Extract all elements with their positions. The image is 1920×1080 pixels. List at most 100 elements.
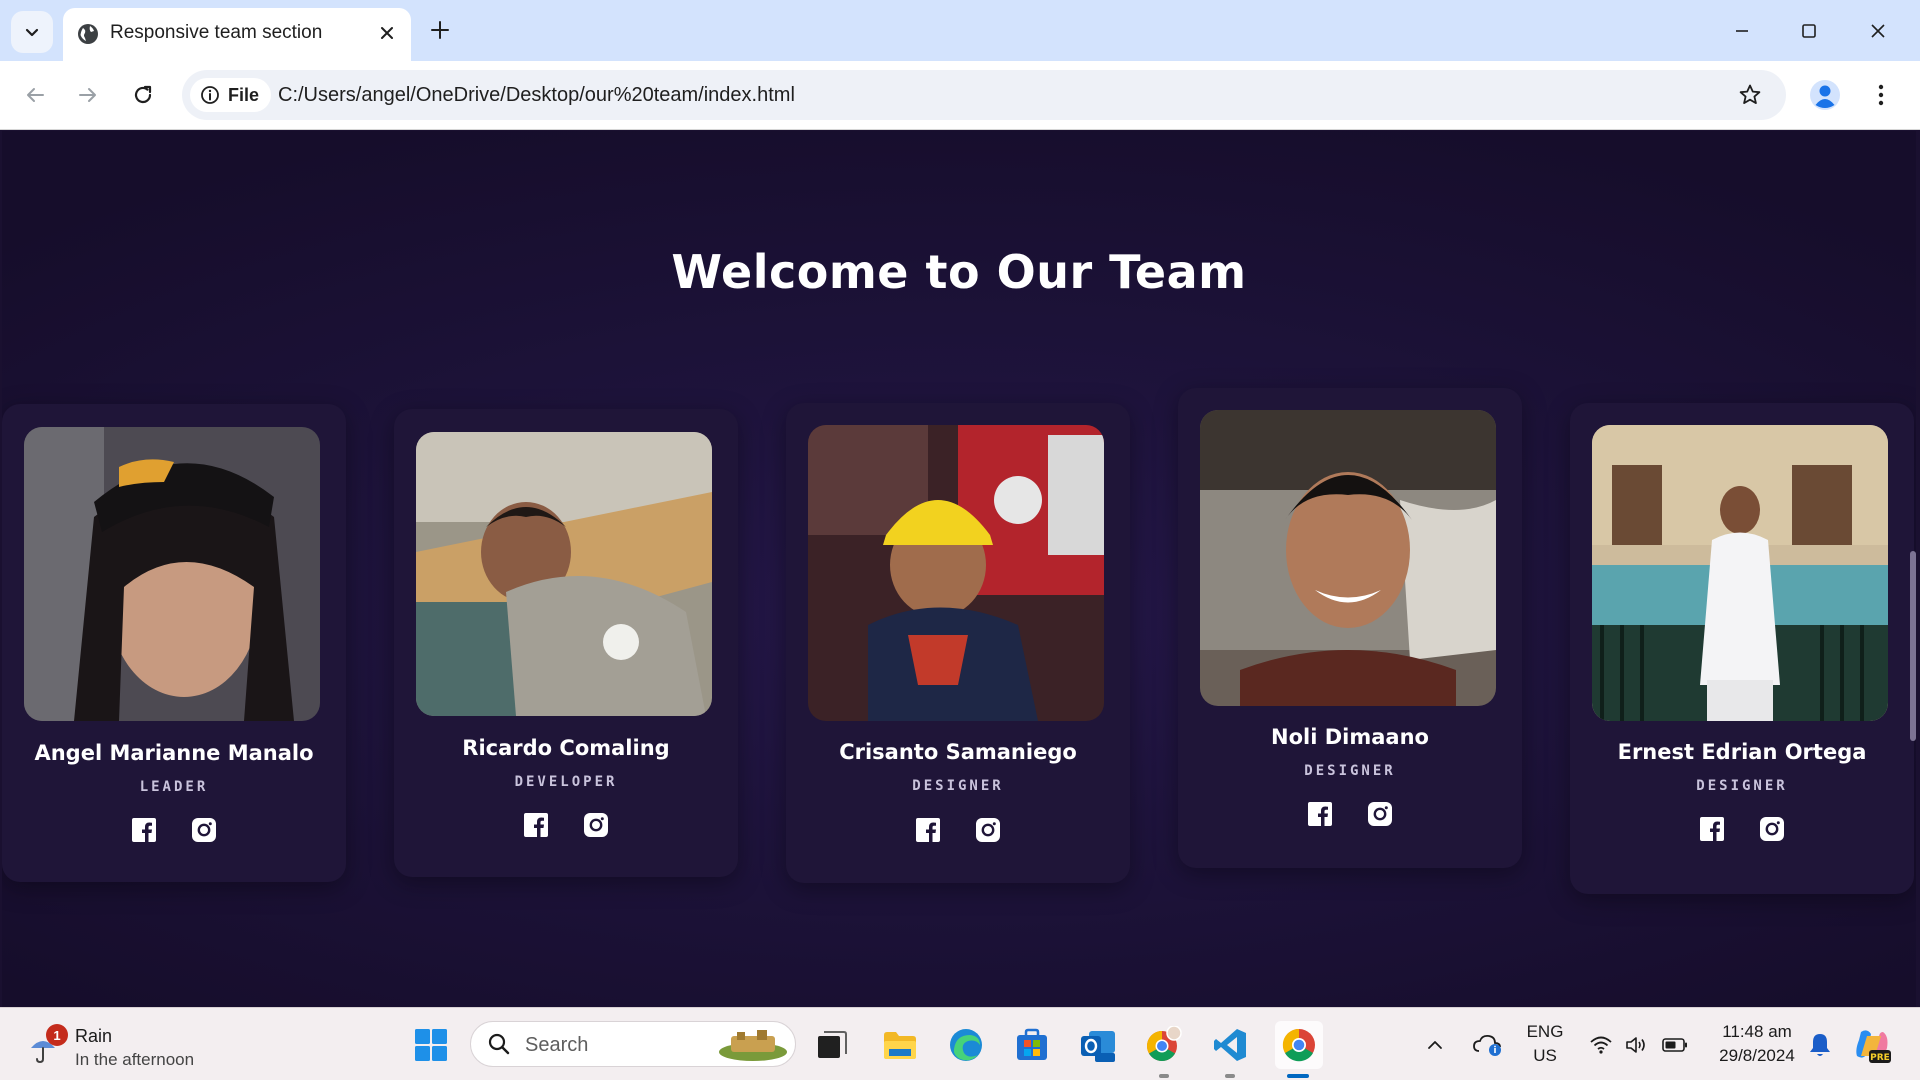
social-links: [1178, 802, 1522, 826]
info-icon: [201, 86, 219, 104]
facebook-link[interactable]: [524, 813, 548, 837]
active-indicator: [1287, 1074, 1309, 1078]
chrome-profile-button[interactable]: [1143, 1024, 1185, 1066]
avatar-icon: [1810, 80, 1840, 110]
plus-icon: [431, 21, 449, 39]
language-indicator[interactable]: ENG: [1522, 1022, 1568, 1042]
svg-text:PRE: PRE: [1870, 1053, 1890, 1063]
member-photo: [1592, 425, 1888, 721]
instagram-icon: [192, 818, 216, 842]
address-bar[interactable]: File C:/Users/angel/OneDrive/Desktop/our…: [182, 70, 1786, 120]
member-name: Angel Marianne Manalo: [34, 741, 314, 765]
page-scrollbar[interactable]: [1910, 551, 1916, 741]
team-card: Noli Dimaano DESIGNER: [1178, 388, 1522, 868]
copilot-icon: PRE: [1856, 1030, 1891, 1063]
facebook-icon: [524, 813, 548, 837]
task-view-button[interactable]: [811, 1024, 853, 1066]
facebook-link[interactable]: [1308, 802, 1332, 826]
onedrive-status-button[interactable]: [1470, 1024, 1506, 1066]
running-indicator: [1159, 1074, 1169, 1078]
file-explorer-button[interactable]: [879, 1024, 921, 1066]
site-info-chip[interactable]: File: [190, 78, 272, 112]
maximize-icon: [1802, 24, 1816, 38]
weather-subtitle: In the afternoon: [75, 1050, 195, 1069]
profile-button[interactable]: [1805, 75, 1845, 115]
chrome-active-button[interactable]: [1275, 1021, 1323, 1069]
instagram-link[interactable]: [192, 818, 216, 842]
volume-button[interactable]: [1622, 1024, 1652, 1066]
forward-button[interactable]: [67, 74, 109, 116]
store-icon: [1017, 1028, 1047, 1060]
taskbar-search[interactable]: Search: [470, 1021, 796, 1067]
social-links: [786, 818, 1130, 842]
team-card: Angel Marianne Manalo LEADER: [2, 404, 346, 882]
weather-widget[interactable]: 1 Rain In the afternoon: [24, 1020, 234, 1070]
more-vert-icon: [1878, 84, 1884, 106]
microsoft-store-button[interactable]: [1011, 1024, 1053, 1066]
page-viewport: Welcome to Our Team Angel Marianne Manal…: [2, 131, 1916, 1007]
browser-menu-button[interactable]: [1861, 75, 1901, 115]
taskbar: 1 Rain In the afternoon Search ENG US 11…: [0, 1007, 1920, 1080]
clock-date[interactable]: 29/8/2024: [1702, 1046, 1812, 1066]
star-icon: [1739, 84, 1761, 104]
window-close-button[interactable]: [1850, 6, 1906, 56]
arrow-left-icon: [27, 88, 44, 102]
arrow-right-icon: [79, 88, 96, 102]
active-tab[interactable]: Responsive team section: [63, 8, 411, 61]
member-photo: [1200, 410, 1496, 706]
battery-button[interactable]: [1658, 1024, 1692, 1066]
tab-search-button[interactable]: [11, 11, 53, 53]
facebook-link[interactable]: [916, 818, 940, 842]
battery-icon: [1662, 1038, 1687, 1052]
edge-button[interactable]: [945, 1024, 987, 1066]
region-indicator[interactable]: US: [1522, 1046, 1568, 1066]
instagram-icon: [1368, 802, 1392, 826]
facebook-link[interactable]: [132, 818, 156, 842]
outlook-button[interactable]: [1077, 1024, 1119, 1066]
reload-button[interactable]: [122, 74, 164, 116]
minimize-button[interactable]: [1714, 6, 1770, 56]
instagram-icon: [584, 813, 608, 837]
facebook-link[interactable]: [1700, 817, 1724, 841]
chevron-up-icon: [1428, 1041, 1442, 1049]
vscode-button[interactable]: [1209, 1024, 1251, 1066]
bell-icon: [1810, 1034, 1830, 1056]
start-button[interactable]: [410, 1024, 452, 1066]
search-icon: [488, 1033, 510, 1055]
windows-icon: [415, 1029, 447, 1061]
close-icon: [1871, 24, 1885, 38]
instagram-icon: [1760, 817, 1784, 841]
url-text[interactable]: C:/Users/angel/OneDrive/Desktop/our%20te…: [278, 83, 795, 107]
instagram-link[interactable]: [1368, 802, 1392, 826]
site-info-label: File: [228, 84, 260, 105]
notifications-button[interactable]: [1808, 1032, 1834, 1060]
cloud-info-icon: [1473, 1034, 1501, 1056]
tab-close-button[interactable]: [373, 19, 401, 47]
team-card: Crisanto Samaniego DESIGNER: [786, 403, 1130, 883]
running-indicator: [1225, 1074, 1235, 1078]
clock-time[interactable]: 11:48 am: [1702, 1022, 1812, 1042]
member-photo: [808, 425, 1104, 721]
member-photo: [416, 432, 712, 716]
tab-title: Responsive team section: [110, 22, 323, 43]
close-icon: [381, 27, 393, 39]
task-view-icon: [818, 1031, 847, 1058]
copilot-button[interactable]: PRE: [1850, 1024, 1894, 1066]
instagram-link[interactable]: [1760, 817, 1784, 841]
wifi-icon: [1590, 1036, 1612, 1054]
facebook-icon: [1700, 817, 1724, 841]
bookmark-button[interactable]: [1734, 79, 1766, 111]
outlook-icon: [1081, 1031, 1115, 1062]
instagram-link[interactable]: [584, 813, 608, 837]
instagram-link[interactable]: [976, 818, 1000, 842]
member-role: LEADER: [139, 779, 209, 795]
edge-icon: [950, 1029, 982, 1061]
wifi-button[interactable]: [1586, 1024, 1616, 1066]
member-name: Ernest Edrian Ortega: [1617, 740, 1867, 764]
new-tab-button[interactable]: [424, 10, 456, 50]
instagram-icon: [976, 818, 1000, 842]
maximize-button[interactable]: [1781, 6, 1837, 56]
member-name: Noli Dimaano: [1271, 725, 1429, 749]
show-hidden-icons-button[interactable]: [1420, 1024, 1450, 1066]
back-button[interactable]: [14, 74, 56, 116]
